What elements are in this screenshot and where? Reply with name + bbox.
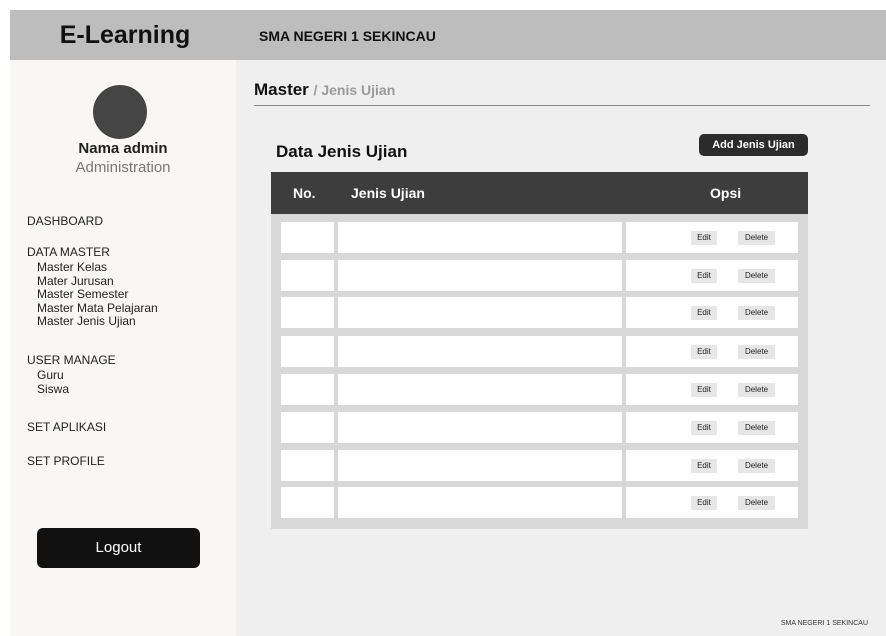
cell-no (281, 260, 334, 291)
breadcrumb: Master / Jenis Ujian (254, 80, 395, 100)
cell-opsi: Edit Delete (626, 260, 798, 291)
breadcrumb-current: / Jenis Ujian (313, 82, 396, 98)
cell-no (281, 336, 334, 367)
cell-jenis-ujian (338, 487, 622, 518)
table-row: Edit Delete (271, 297, 808, 328)
cell-jenis-ujian (338, 297, 622, 328)
breadcrumb-divider (254, 105, 870, 106)
edit-button[interactable]: Edit (691, 496, 717, 510)
cell-opsi: Edit Delete (626, 222, 798, 253)
cell-no (281, 487, 334, 518)
cell-no (281, 297, 334, 328)
page-title: Data Jenis Ujian (276, 142, 408, 161)
cell-jenis-ujian (338, 260, 622, 291)
sidebar: Nama admin Administration DASHBOARD DATA… (10, 60, 236, 636)
table-row: Edit Delete (271, 412, 808, 443)
cell-opsi: Edit Delete (626, 450, 798, 481)
sidebar-item-user-manage[interactable]: USER MANAGE (27, 353, 116, 367)
cell-jenis-ujian (338, 450, 622, 481)
edit-button[interactable]: Edit (691, 459, 717, 473)
cell-jenis-ujian (338, 374, 622, 405)
cell-jenis-ujian (338, 222, 622, 253)
delete-button[interactable]: Delete (738, 231, 775, 245)
table-row: Edit Delete (271, 260, 808, 291)
top-bar: E-Learning SMA NEGERI 1 SEKINCAU (10, 10, 886, 60)
sidebar-item-dashboard[interactable]: DASHBOARD (27, 214, 103, 228)
sidebar-item-mater-jurusan[interactable]: Mater Jurusan (37, 274, 158, 289)
sidebar-submenu-data-master: Master Kelas Mater Jurusan Master Semest… (37, 260, 158, 329)
footer-text: SMA NEGERI 1 SEKINCAU (780, 620, 868, 627)
sidebar-item-master-semester[interactable]: Master Semester (37, 287, 158, 302)
edit-button[interactable]: Edit (691, 345, 717, 359)
cell-no (281, 374, 334, 405)
column-header-jenis-ujian: Jenis Ujian (351, 185, 425, 201)
delete-button[interactable]: Delete (738, 306, 775, 320)
avatar (93, 85, 147, 139)
edit-button[interactable]: Edit (691, 231, 717, 245)
table-row: Edit Delete (271, 450, 808, 481)
edit-button[interactable]: Edit (691, 306, 717, 320)
sidebar-item-master-kelas[interactable]: Master Kelas (37, 260, 158, 275)
cell-jenis-ujian (338, 336, 622, 367)
delete-button[interactable]: Delete (738, 345, 775, 359)
sidebar-item-siswa[interactable]: Siswa (37, 382, 69, 397)
sidebar-item-set-aplikasi[interactable]: SET APLIKASI (27, 420, 106, 434)
cell-opsi: Edit Delete (626, 487, 798, 518)
logout-button[interactable]: Logout (37, 528, 200, 568)
delete-button[interactable]: Delete (738, 383, 775, 397)
table-header: No. Jenis Ujian Opsi (271, 172, 808, 214)
sidebar-item-set-profile[interactable]: SET PROFILE (27, 454, 105, 468)
data-table: No. Jenis Ujian Opsi Edit Delete Edit De… (271, 172, 808, 529)
edit-button[interactable]: Edit (691, 421, 717, 435)
cell-jenis-ujian (338, 412, 622, 443)
column-header-no: No. (293, 185, 316, 201)
table-row: Edit Delete (271, 374, 808, 405)
school-name: SMA NEGERI 1 SEKINCAU (259, 28, 436, 44)
cell-opsi: Edit Delete (626, 297, 798, 328)
admin-role: Administration (75, 159, 171, 176)
table-row: Edit Delete (271, 336, 808, 367)
delete-button[interactable]: Delete (738, 269, 775, 283)
delete-button[interactable]: Delete (738, 421, 775, 435)
sidebar-item-master-mata-pelajaran[interactable]: Master Mata Pelajaran (37, 301, 158, 316)
sidebar-item-data-master[interactable]: DATA MASTER (27, 245, 110, 259)
cell-no (281, 222, 334, 253)
sidebar-submenu-user-manage: Guru Siswa (37, 368, 69, 397)
cell-opsi: Edit Delete (626, 412, 798, 443)
cell-no (281, 450, 334, 481)
column-header-opsi: Opsi (710, 185, 742, 201)
sidebar-item-guru[interactable]: Guru (37, 368, 69, 383)
cell-opsi: Edit Delete (626, 374, 798, 405)
cell-opsi: Edit Delete (626, 336, 798, 367)
app-logo[interactable]: E-Learning (10, 10, 240, 60)
delete-button[interactable]: Delete (738, 496, 775, 510)
admin-name: Nama admin (78, 140, 168, 157)
edit-button[interactable]: Edit (691, 383, 717, 397)
table-row: Edit Delete (271, 487, 808, 518)
sidebar-item-master-jenis-ujian[interactable]: Master Jenis Ujian (37, 314, 158, 329)
table-row: Edit Delete (271, 222, 808, 253)
main-content: Master / Jenis Ujian Data Jenis Ujian Ad… (236, 60, 886, 636)
add-jenis-ujian-button[interactable]: Add Jenis Ujian (699, 134, 808, 156)
breadcrumb-main[interactable]: Master (254, 80, 309, 99)
edit-button[interactable]: Edit (691, 269, 717, 283)
cell-no (281, 412, 334, 443)
delete-button[interactable]: Delete (738, 459, 775, 473)
